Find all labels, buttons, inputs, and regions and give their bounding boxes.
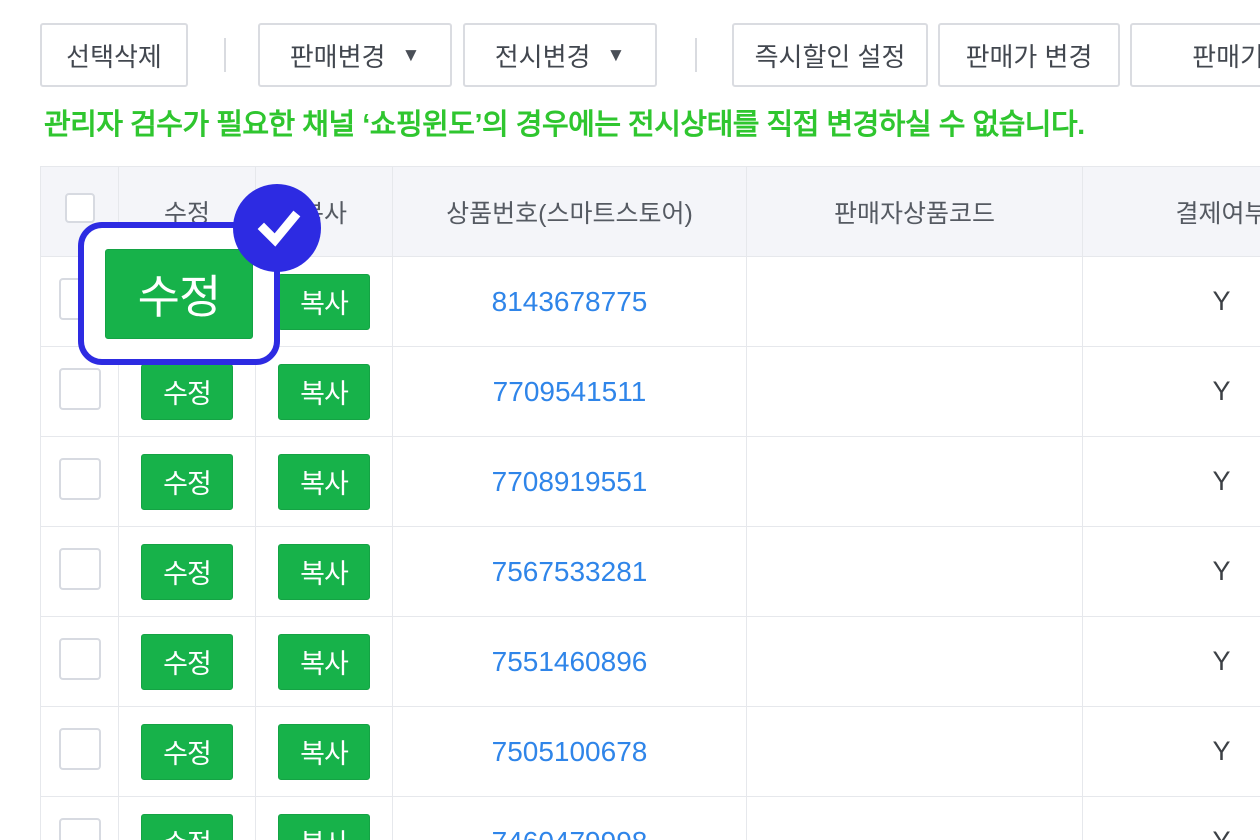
row-checkbox[interactable] [58,368,101,410]
row-checkbox[interactable] [58,458,101,500]
payment-status: Y [1082,346,1260,437]
header-seller-code: 판매자상품코드 [746,166,1083,257]
payment-status: Y [1082,526,1260,617]
seller-code-cell [746,706,1083,797]
product-no-link[interactable]: 7709541511 [392,346,747,437]
table-row: 수정 복사 7460479998 Y [40,796,1260,840]
copy-button[interactable]: 복사 [278,813,370,840]
product-no-link[interactable]: 7551460896 [392,616,747,707]
display-change-dropdown[interactable]: 전시변경 ▼ [463,23,657,87]
product-no-link[interactable]: 7708919551 [392,436,747,527]
edit-button[interactable]: 수정 [141,363,233,420]
product-no-link[interactable]: 7567533281 [392,526,747,617]
table-row: 수정 복사 7505100678 Y [40,706,1260,797]
toolbar-divider [695,38,697,72]
check-circle-badge [233,184,321,272]
copy-button[interactable]: 복사 [278,273,370,330]
chevron-down-icon: ▼ [606,44,626,66]
row-checkbox[interactable] [58,638,101,680]
edit-button[interactable]: 수정 [141,633,233,690]
product-no-link[interactable]: 8143678775 [392,256,747,347]
highlighted-edit-button[interactable]: 수정 [105,248,253,339]
copy-button[interactable]: 복사 [278,363,370,420]
row-checkbox[interactable] [58,728,101,770]
copy-button[interactable]: 복사 [278,453,370,510]
sale-change-dropdown[interactable]: 판매변경 ▼ [258,23,452,87]
product-no-link[interactable]: 7460479998 [392,796,747,840]
row-checkbox[interactable] [58,548,101,590]
instant-discount-button[interactable]: 즉시할인 설정 [732,23,928,87]
sale-change-label: 판매변경 [289,41,386,72]
payment-status: Y [1082,616,1260,707]
payment-status: Y [1082,706,1260,797]
sale-period-button[interactable]: 판매기간 [1130,23,1260,87]
seller-code-cell [746,526,1083,617]
seller-code-cell [746,616,1083,707]
select-all-checkbox[interactable] [64,193,95,223]
checkmark-icon [257,210,301,247]
admin-review-notice: 관리자 검수가 필요한 채널 ‘쇼핑윈도’의 경우에는 전시상태를 직접 변경하… [44,109,1085,141]
product-no-link[interactable]: 7505100678 [392,706,747,797]
seller-code-cell [746,256,1083,347]
payment-status: Y [1082,256,1260,347]
price-change-button[interactable]: 판매가 변경 [938,23,1120,87]
edit-button[interactable]: 수정 [141,453,233,510]
display-change-label: 전시변경 [494,41,591,72]
edit-button[interactable]: 수정 [141,813,233,840]
payment-status: Y [1082,796,1260,840]
edit-button[interactable]: 수정 [141,543,233,600]
row-checkbox[interactable] [58,818,101,840]
seller-code-cell [746,436,1083,527]
select-delete-button[interactable]: 선택삭제 [40,23,188,87]
edit-button[interactable]: 수정 [141,723,233,780]
toolbar-divider [224,38,226,72]
copy-button[interactable]: 복사 [278,543,370,600]
chevron-down-icon: ▼ [401,44,421,66]
table-row: 수정 복사 7567533281 Y [40,526,1260,617]
seller-code-cell [746,796,1083,840]
seller-code-cell [746,346,1083,437]
table-row: 수정 복사 7551460896 Y [40,616,1260,707]
header-payment: 결제여부 [1082,166,1260,257]
payment-status: Y [1082,436,1260,527]
copy-button[interactable]: 복사 [278,633,370,690]
header-product-no: 상품번호(스마트스토어) [392,166,747,257]
copy-button[interactable]: 복사 [278,723,370,780]
table-row: 수정 복사 7708919551 Y [40,436,1260,527]
